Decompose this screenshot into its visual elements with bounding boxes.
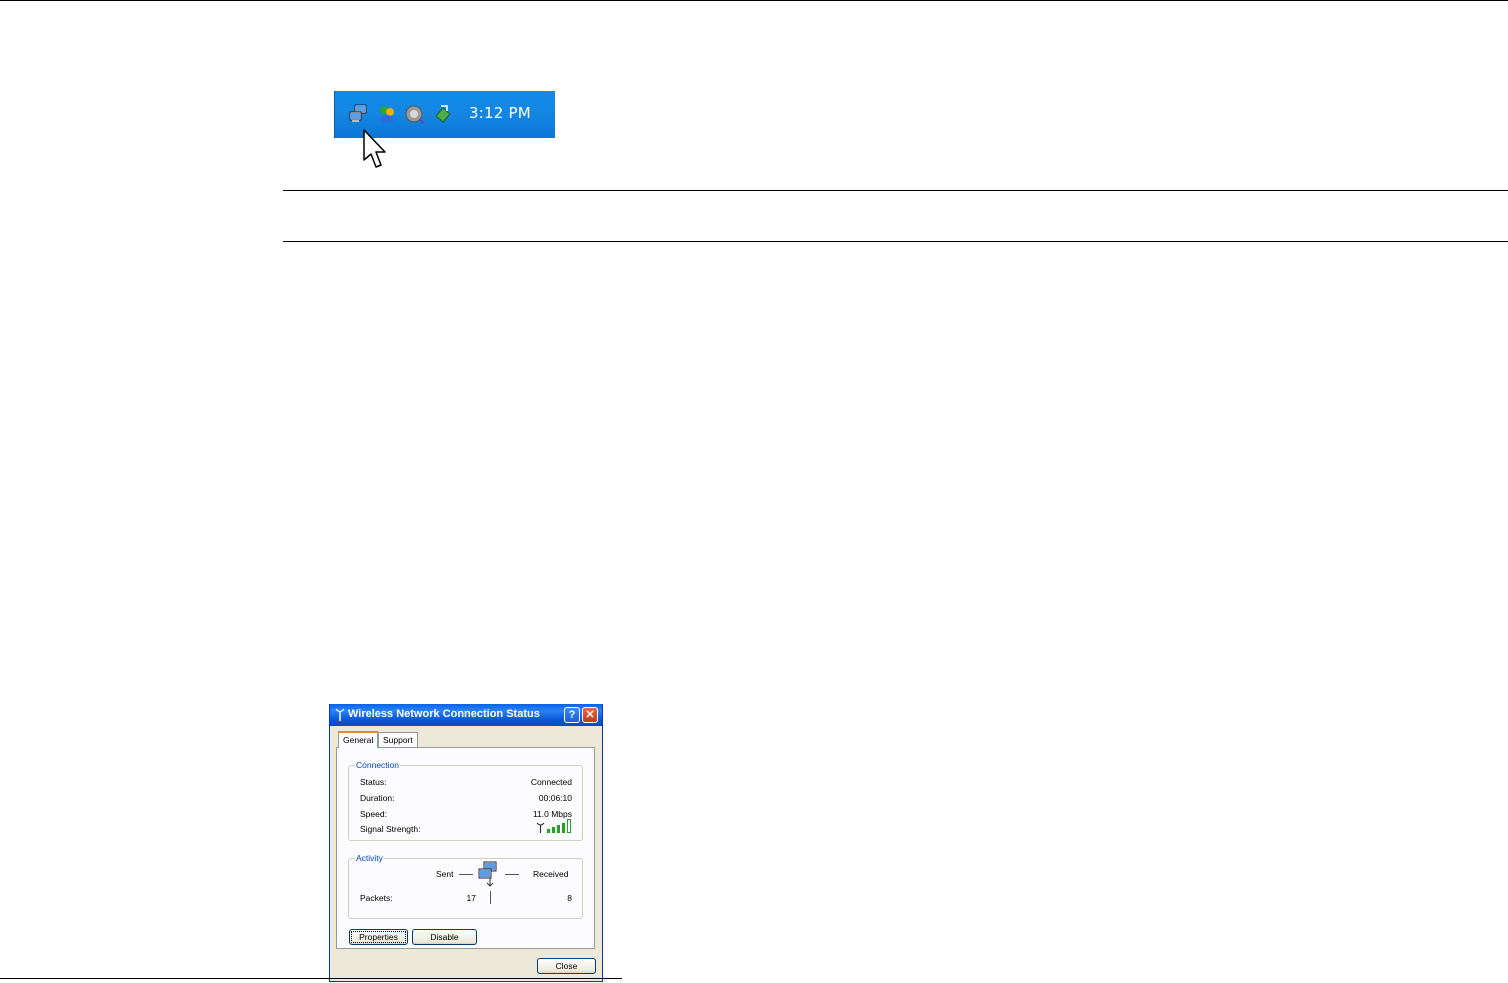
help-button[interactable]: ? — [564, 707, 580, 723]
activity-group-label: Activity — [355, 853, 384, 863]
safely-remove-hardware-icon[interactable] — [433, 104, 453, 124]
connection-group: Connection Status: Connected Duration: 0… — [348, 760, 583, 841]
signal-bar — [547, 829, 550, 833]
signal-bar — [552, 827, 555, 833]
disable-button[interactable]: Disable — [412, 929, 477, 945]
connection-group-label: Connection — [355, 760, 401, 770]
antenna-icon — [536, 822, 545, 833]
windows-messenger-icon[interactable] — [377, 104, 397, 124]
close-button[interactable]: Close — [537, 958, 596, 974]
speed-label: Speed: — [360, 809, 387, 819]
duration-value: 00:06:10 — [538, 793, 572, 803]
wireless-status-dialog: Wireless Network Connection Status ? ✕ S… — [329, 704, 603, 982]
close-icon[interactable]: ✕ — [582, 707, 598, 723]
properties-button[interactable]: Properties — [349, 929, 408, 945]
signal-bar — [557, 825, 560, 833]
signal-strength-meter — [536, 819, 572, 833]
status-value: Connected — [530, 777, 572, 787]
top-rule — [0, 0, 1508, 1]
speed-value: 11.0 Mbps — [532, 809, 572, 819]
taskbar-clock[interactable]: 3:12 PM — [469, 104, 531, 122]
section-rule — [283, 190, 1508, 191]
duration-label: Duration: — [360, 793, 395, 803]
dialog-title: Wireless Network Connection Status — [348, 708, 540, 720]
bottom-rule — [0, 978, 622, 979]
signal-bars — [547, 819, 572, 833]
sent-label: Sent — [436, 869, 454, 879]
signal-bar — [567, 819, 571, 833]
tab-support[interactable]: Support — [378, 732, 418, 747]
mouse-pointer-icon — [363, 129, 386, 168]
packets-divider — [490, 891, 491, 904]
general-tab-panel: Connection Status: Connected Duration: 0… — [336, 747, 595, 949]
tab-general[interactable]: General — [338, 731, 379, 748]
received-line — [505, 874, 519, 875]
dialog-titlebar[interactable]: Wireless Network Connection Status ? ✕ — [330, 704, 602, 726]
volume-icon[interactable] — [405, 104, 425, 124]
status-label: Status: — [360, 777, 387, 787]
network-activity-icon — [478, 861, 497, 887]
activity-group: Activity Sent Received Packets: 17 8 — [348, 853, 583, 919]
antenna-icon — [335, 708, 345, 721]
network-connections-icon[interactable] — [349, 104, 369, 124]
received-label: Received — [533, 869, 569, 879]
signal-strength-label: Signal Strength: — [360, 824, 421, 834]
sent-line — [459, 874, 473, 875]
packets-label: Packets: — [360, 893, 393, 903]
packets-received-value: 8 — [567, 893, 572, 903]
packets-sent-value: 17 — [466, 893, 476, 903]
section-rule — [283, 241, 1508, 242]
signal-bar — [562, 823, 565, 833]
